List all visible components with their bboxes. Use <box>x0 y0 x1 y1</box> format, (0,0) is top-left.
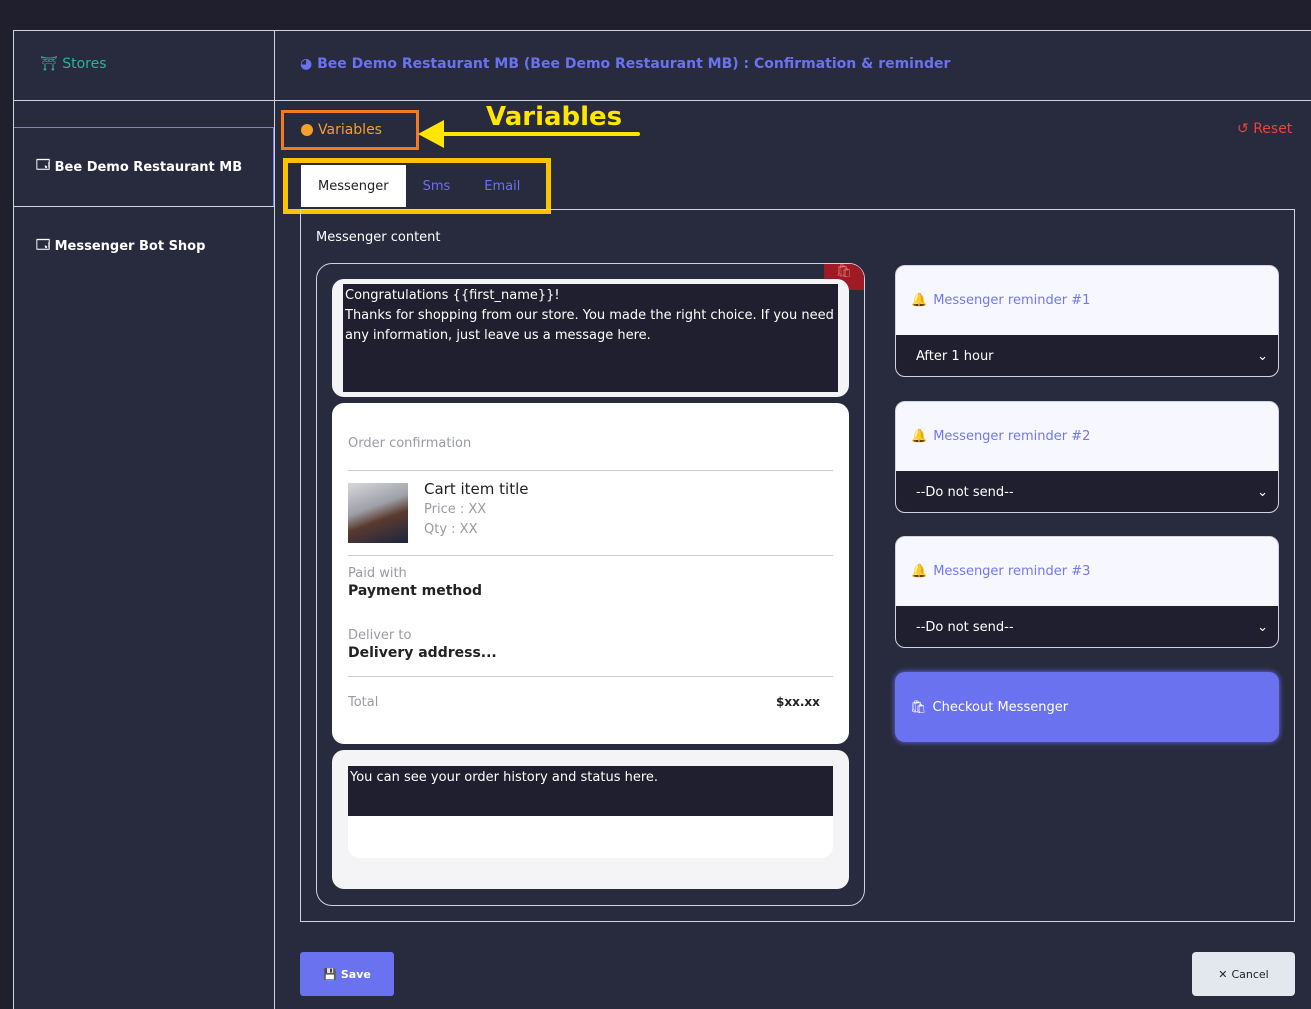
store-icon: 🗔 <box>36 237 55 253</box>
stores-link[interactable]: ⛩ Stores <box>40 56 107 72</box>
cancel-label: Cancel <box>1231 967 1269 981</box>
undo-icon: ↺ <box>1237 121 1249 137</box>
variables-label: Variables <box>318 122 382 138</box>
order-receipt-card: Order confirmation Cart item title Price… <box>332 403 849 744</box>
sidebar-item-messenger-bot-shop[interactable]: 🗔 Messenger Bot Shop <box>14 206 274 286</box>
reminder-1-select[interactable]: After 1 hour ⌄ <box>896 335 1278 376</box>
bell-icon: 🔔 <box>911 429 928 444</box>
paid-value: Payment method <box>348 583 483 599</box>
store-icon: 🗔 <box>36 158 55 173</box>
item-title: Cart item title <box>424 480 529 498</box>
total-value: $xx.xx <box>776 695 820 709</box>
reminder-label: Messenger reminder #1 <box>933 293 1091 308</box>
product-image <box>348 483 408 543</box>
variables-button[interactable]: Variables <box>281 110 419 150</box>
checkout-messenger-button[interactable]: 🛍 Checkout Messenger <box>895 672 1279 742</box>
reset-label: Reset <box>1253 121 1293 137</box>
channel-tabs: Messenger Sms Email <box>283 158 551 214</box>
divider <box>348 470 833 471</box>
select-value: --Do not send-- <box>916 484 1014 500</box>
total-label: Total <box>348 695 379 710</box>
message-textarea[interactable]: Congratulations {{first_name}}! Thanks f… <box>343 284 838 392</box>
save-label: Save <box>340 967 371 981</box>
cancel-button[interactable]: ✕ Cancel <box>1192 952 1295 996</box>
bell-icon: 🔔 <box>911 293 928 308</box>
reminder-label: Messenger reminder #2 <box>933 429 1091 444</box>
quick-reply-area <box>348 816 833 858</box>
tab-messenger[interactable]: Messenger <box>301 165 406 207</box>
item-qty: Qty : XX <box>424 522 478 537</box>
chevron-down-icon: ⌄ <box>1257 619 1268 635</box>
receipt-heading: Order confirmation <box>348 436 472 451</box>
shopping-bag-icon: 🛍 <box>910 699 927 715</box>
store-icon: ⛩ <box>40 56 58 72</box>
chevron-down-icon: ⌄ <box>1257 484 1268 500</box>
divider <box>13 100 1311 101</box>
reminder-label: Messenger reminder #3 <box>933 564 1091 579</box>
divider <box>348 555 833 556</box>
section-label: Messenger content <box>316 230 441 245</box>
reminder-3-select[interactable]: --Do not send-- ⌄ <box>896 606 1278 647</box>
sidebar-item-bee-demo[interactable]: 🗔 Bee Demo Restaurant MB <box>14 127 274 207</box>
page-title: ◕ Bee Demo Restaurant MB (Bee Demo Resta… <box>300 56 950 72</box>
reminder-2: 🔔 Messenger reminder #2 --Do not send-- ⌄ <box>895 401 1279 513</box>
divider <box>274 30 275 1009</box>
reminder-3: 🔔 Messenger reminder #3 --Do not send-- ⌄ <box>895 536 1279 648</box>
save-icon: 💾 <box>323 967 337 981</box>
reminder-2-select[interactable]: --Do not send-- ⌄ <box>896 471 1278 512</box>
bell-icon: 🔔 <box>911 564 928 579</box>
divider <box>348 676 833 677</box>
deliver-label: Deliver to <box>348 628 412 643</box>
select-value: After 1 hour <box>916 348 994 364</box>
footer-textarea[interactable]: You can see your order history and statu… <box>348 766 833 816</box>
reminder-1: 🔔 Messenger reminder #1 After 1 hour ⌄ <box>895 265 1279 377</box>
deliver-value: Delivery address... <box>348 645 497 661</box>
title-text: Bee Demo Restaurant MB (Bee Demo Restaur… <box>317 56 951 72</box>
annotation-arrow <box>418 120 640 148</box>
select-value: --Do not send-- <box>916 619 1014 635</box>
close-icon: ✕ <box>1218 967 1228 981</box>
dashboard-icon: ◕ <box>300 56 313 72</box>
circle-icon <box>301 124 313 136</box>
tab-email[interactable]: Email <box>467 165 537 207</box>
paid-label: Paid with <box>348 566 407 581</box>
checkout-label: Checkout Messenger <box>932 699 1069 715</box>
reset-button[interactable]: ↺ Reset <box>1237 121 1292 137</box>
save-button[interactable]: 💾 Save <box>300 952 394 996</box>
sidebar-item-label: Messenger Bot Shop <box>54 239 206 254</box>
sidebar-item-label: Bee Demo Restaurant MB <box>54 159 243 175</box>
item-price: Price : XX <box>424 502 487 517</box>
chevron-down-icon: ⌄ <box>1257 348 1268 364</box>
tab-sms[interactable]: Sms <box>406 165 468 207</box>
stores-label: Stores <box>62 56 107 72</box>
